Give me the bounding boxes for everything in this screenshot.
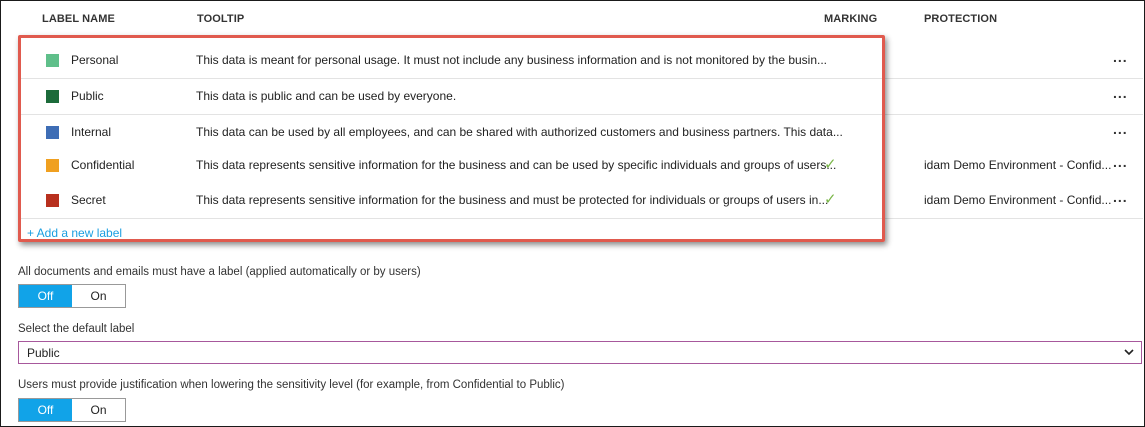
default-label-select[interactable]: Public xyxy=(18,341,1142,364)
label-tooltip: This data represents sensitive informati… xyxy=(196,158,837,172)
label-row-public[interactable]: Public This data is public and can be us… xyxy=(18,79,1143,115)
chevron-down-icon xyxy=(1124,349,1134,356)
label-name: Confidential xyxy=(71,158,135,172)
label-color-swatch xyxy=(46,159,59,172)
toggle-off-option[interactable]: Off xyxy=(19,399,72,421)
marking-check-icon: ✓ xyxy=(824,156,837,173)
label-color-swatch xyxy=(46,126,59,139)
label-name: Public xyxy=(71,89,104,103)
label-row-confidential[interactable]: Confidential This data represents sensit… xyxy=(18,148,1143,184)
label-name: Internal xyxy=(71,125,112,139)
label-tooltip: This data is public and can be used by e… xyxy=(196,89,457,103)
justification-toggle[interactable]: Off On xyxy=(18,398,126,422)
label-name: Personal xyxy=(71,53,119,67)
label-color-swatch xyxy=(46,90,59,103)
label-name: Secret xyxy=(71,193,106,207)
label-color-swatch xyxy=(46,194,59,207)
label-protection: idam Demo Environment - Confid... xyxy=(924,158,1112,172)
label-tooltip: This data is meant for personal usage. I… xyxy=(196,53,828,67)
more-options-button[interactable]: ... xyxy=(1113,189,1128,205)
justification-text: Users must provide justification when lo… xyxy=(18,379,565,391)
labels-panel: LABEL NAME TOOLTIP MARKING PROTECTION Pe… xyxy=(0,0,1145,427)
more-options-button[interactable]: ... xyxy=(1113,49,1128,65)
marking-check-icon: ✓ xyxy=(824,191,837,208)
more-options-button[interactable]: ... xyxy=(1113,154,1128,170)
more-options-button[interactable]: ... xyxy=(1113,121,1128,137)
default-label-text: Select the default label xyxy=(18,323,135,335)
toggle-on-option[interactable]: On xyxy=(72,399,125,421)
toggle-on-option[interactable]: On xyxy=(72,285,125,307)
label-row-secret[interactable]: Secret This data represents sensitive in… xyxy=(18,183,1143,219)
label-tooltip: This data represents sensitive informati… xyxy=(196,193,829,207)
column-header-tooltip[interactable]: TOOLTIP xyxy=(197,13,244,25)
label-row-internal[interactable]: Internal This data can be used by all em… xyxy=(18,115,1143,151)
column-header-label-name[interactable]: LABEL NAME xyxy=(42,13,115,25)
toggle-off-option[interactable]: Off xyxy=(19,285,72,307)
require-label-text: All documents and emails must have a lab… xyxy=(18,266,421,278)
label-row-personal[interactable]: Personal This data is meant for personal… xyxy=(18,43,1143,79)
column-header-protection[interactable]: PROTECTION xyxy=(924,13,997,25)
label-tooltip: This data can be used by all employees, … xyxy=(196,125,843,139)
column-header-marking[interactable]: MARKING xyxy=(824,13,877,25)
add-new-label-link[interactable]: + Add a new label xyxy=(27,226,122,240)
more-options-button[interactable]: ... xyxy=(1113,85,1128,101)
label-color-swatch xyxy=(46,54,59,67)
default-label-value: Public xyxy=(27,346,60,360)
label-protection: idam Demo Environment - Confid... xyxy=(924,193,1112,207)
require-label-toggle[interactable]: Off On xyxy=(18,284,126,308)
